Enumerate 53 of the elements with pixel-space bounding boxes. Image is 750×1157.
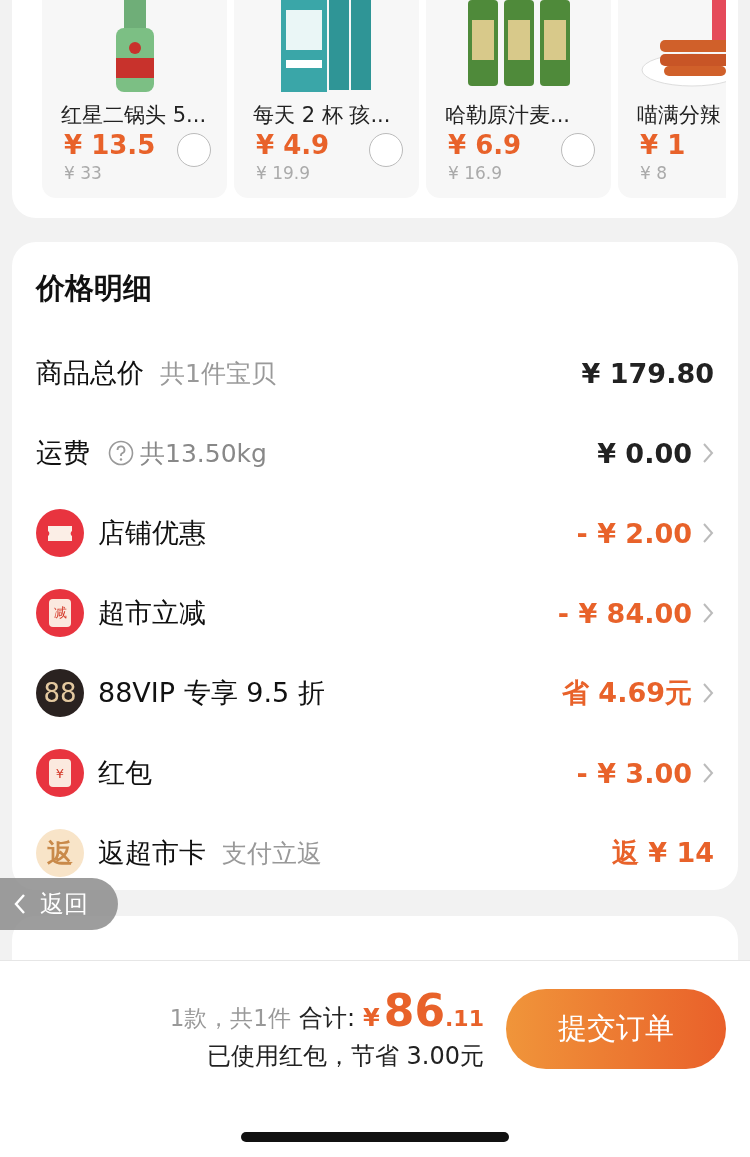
saving-note: 已使用红包，节省 3.00元 <box>206 1041 484 1072</box>
product-card[interactable]: 红星二锅头 5... ¥ 13.5 ¥ 33 <box>42 0 227 198</box>
chevron-icon[interactable] <box>702 602 714 624</box>
row-label: 红包 <box>98 756 152 790</box>
product-card[interactable]: 喵满分辣 ¥ 1 ¥ 8 <box>618 0 726 198</box>
row-label: 88VIP 专享 9.5 折 <box>98 676 325 710</box>
original-price: ¥ 19.9 <box>256 162 312 185</box>
original-price: ¥ 8 <box>640 162 669 185</box>
ticket-icon <box>36 509 84 557</box>
product-card[interactable]: 哈勒原汁麦... ¥ 6.9 ¥ 16.9 <box>426 0 611 198</box>
row-label: 运费 <box>36 436 90 470</box>
product-name: 每天 2 杯 孩... <box>253 102 392 129</box>
product-price: ¥ 4.9 <box>256 129 330 161</box>
row-value: ¥ 179.80 <box>581 357 714 389</box>
row-label: 店铺优惠 <box>98 516 206 550</box>
item-count: 1款，共1件 <box>169 1004 291 1033</box>
original-price: ¥ 16.9 <box>448 162 504 185</box>
product-price: ¥ 13.5 <box>64 129 156 161</box>
product-name: 哈勒原汁麦... <box>445 102 572 129</box>
back-icon <box>14 893 26 915</box>
row-value: 返 ¥ 14 <box>611 836 714 870</box>
product-name: 红星二锅头 5... <box>61 102 208 129</box>
chevron-icon[interactable] <box>702 442 714 464</box>
section-title: 价格明细 <box>36 270 153 307</box>
discount-icon: 减 <box>36 589 84 637</box>
row-note: 支付立返 <box>222 837 322 870</box>
product-card[interactable]: 每天 2 杯 孩... ¥ 4.9 ¥ 19.9 <box>234 0 419 198</box>
chevron-icon[interactable] <box>702 682 714 704</box>
envelope-icon: ¥ <box>36 749 84 797</box>
row-label: 超市立减 <box>98 596 206 630</box>
help-icon[interactable] <box>108 440 134 466</box>
row-value: ¥ 0.00 <box>597 437 692 469</box>
select-radio[interactable] <box>369 133 403 167</box>
chevron-icon[interactable] <box>702 522 714 544</box>
row-value: - ¥ 84.00 <box>557 597 692 629</box>
row-value: 省 4.69元 <box>561 676 692 710</box>
vip-icon: 88 <box>36 669 84 717</box>
original-price: ¥ 33 <box>64 162 103 185</box>
row-note: 共1件宝贝 <box>160 357 276 390</box>
select-radio[interactable] <box>177 133 211 167</box>
row-value: - ¥ 2.00 <box>576 517 692 549</box>
total-label: 合计: <box>299 1003 356 1034</box>
product-name: 喵满分辣 <box>637 102 722 129</box>
row-label: 商品总价 <box>36 356 144 390</box>
total-price: ¥86.11 <box>363 985 484 1036</box>
product-price: ¥ 1 <box>640 129 686 161</box>
row-label: 返超市卡 <box>98 836 206 870</box>
cashback-icon: 返 <box>36 829 84 877</box>
chevron-icon[interactable] <box>702 762 714 784</box>
select-radio[interactable] <box>561 133 595 167</box>
product-price: ¥ 6.9 <box>448 129 522 161</box>
row-note: 共13.50kg <box>140 437 267 470</box>
row-value: - ¥ 3.00 <box>576 757 692 789</box>
